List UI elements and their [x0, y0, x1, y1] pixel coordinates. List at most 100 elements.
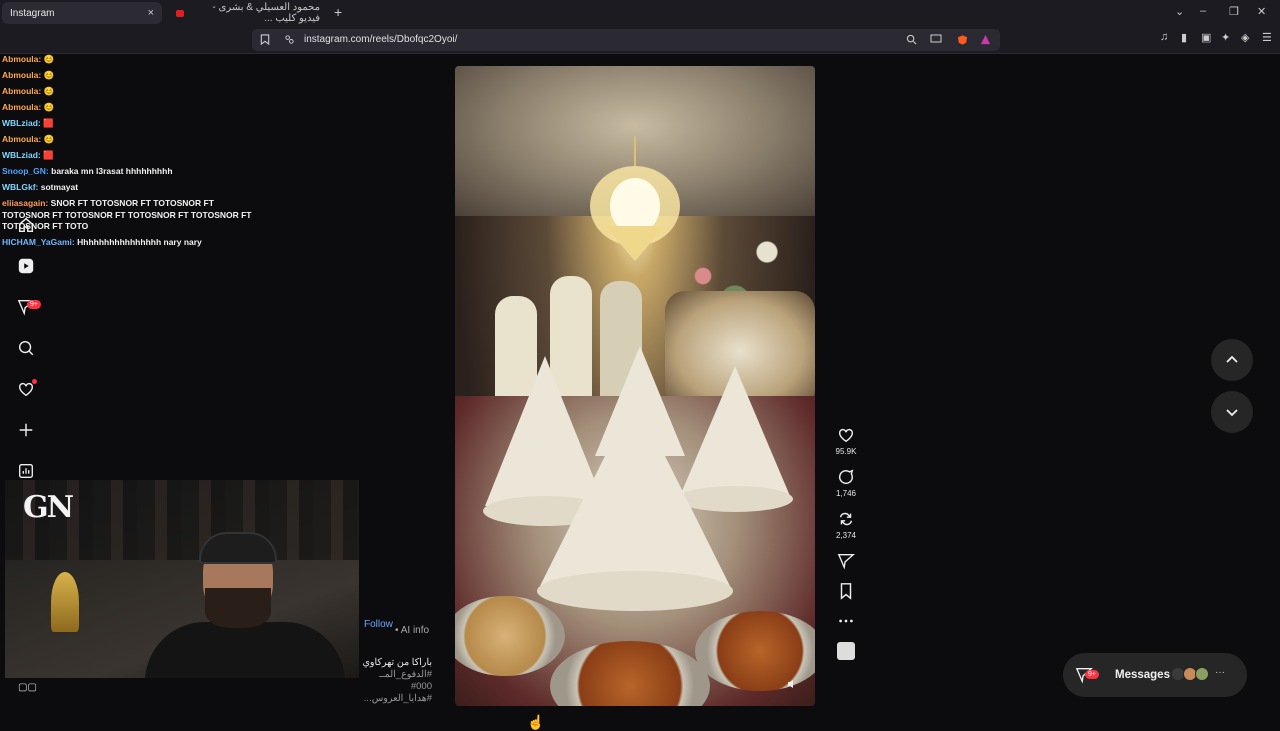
chat-message: Abmoula: 😊: [2, 134, 55, 144]
nav-create[interactable]: [12, 409, 40, 450]
share-icon: [837, 554, 855, 570]
comment-action[interactable]: 1,746: [832, 468, 860, 498]
mute-icon[interactable]: [787, 679, 797, 689]
next-reel-button[interactable]: [1211, 391, 1253, 433]
maximize-button[interactable]: ❐: [1229, 5, 1239, 18]
post-caption[interactable]: باراكا من تهركاوي #الدفوع_المــ 000# #هد…: [360, 657, 433, 705]
chat-username: WBLziad: [2, 118, 38, 128]
chat-message: HICHAM_YaGami: Hhhhhhhhhhhhhhhh nary nar…: [2, 237, 202, 247]
messages-badge: 9+: [27, 300, 41, 309]
audio-avatar[interactable]: [837, 642, 855, 660]
reel-video[interactable]: [455, 66, 815, 706]
chat-text: 😊: [43, 102, 55, 112]
search-icon: [18, 340, 34, 355]
new-tab-button[interactable]: +: [334, 4, 342, 20]
more-action[interactable]: [832, 612, 860, 630]
brave-rewards-icon[interactable]: [980, 34, 991, 48]
mouse-cursor: ☝: [527, 714, 545, 730]
vpn-icon[interactable]: ◈: [1241, 31, 1249, 44]
tab-video-clip[interactable]: محمود العسيلي & بشرى - فيديو كليب ...: [168, 2, 328, 24]
nav-home[interactable]: [12, 204, 40, 245]
repost-count: 2,374: [835, 531, 857, 540]
repost-icon: [839, 512, 853, 526]
chat-text: 😊: [43, 134, 55, 144]
chat-message: Abmoula: 😊: [2, 54, 55, 64]
ai-info-label[interactable]: • AI info: [395, 625, 429, 636]
chat-text: Hhhhhhhhhhhhhhhh nary nary: [77, 237, 202, 247]
caption-line: باراكا من تهركاوي: [362, 657, 433, 668]
nav-notifications[interactable]: [12, 368, 40, 409]
cast-icon[interactable]: [930, 34, 942, 47]
stream-chat-overlay: Abmoula: 😊 Abmoula: 😊 Abmoula: 😊 Abmoula: 😊…: [2, 54, 258, 253]
chat-message: WBLziad: 🟥: [2, 150, 54, 160]
nav-reels[interactable]: [12, 245, 40, 286]
chat-message: Abmoula: 😊: [2, 86, 55, 96]
avatar: [1195, 667, 1209, 681]
chat-username: Abmoula: [2, 70, 39, 80]
bookmark-icon: [840, 583, 852, 600]
nav-messages[interactable]: 9+: [12, 286, 41, 327]
brave-shield-icon[interactable]: [957, 34, 968, 49]
tab-instagram[interactable]: Instagram ×: [2, 2, 162, 24]
chat-text: 😊: [43, 86, 55, 96]
messages-button[interactable]: 9+ Messages ···: [1063, 653, 1247, 697]
chevron-down-icon: [1226, 409, 1238, 417]
chat-username: Abmoula: [2, 86, 39, 96]
caption-line: #هدايا_العروس...: [363, 693, 432, 704]
heart-icon: [838, 428, 854, 443]
chat-username: Snoop_GN: [2, 166, 46, 176]
chat-text: 🟥: [43, 118, 54, 128]
comment-icon: [838, 469, 854, 485]
more-options-icon[interactable]: ▢▢: [18, 682, 37, 693]
tab-label: Instagram: [10, 7, 55, 19]
cone-cover-main: [540, 396, 730, 586]
share-action[interactable]: [832, 552, 860, 570]
url-bar[interactable]: instagram.com/reels/Dbofqc2Oyoi/: [252, 29, 1000, 51]
tab-label: محمود العسيلي & بشرى - فيديو كليب ...: [212, 2, 320, 24]
chat-message: Abmoula: 😊: [2, 102, 55, 112]
chat-message: WBLGkf: sotmayat: [2, 182, 79, 192]
leo-ai-icon[interactable]: ✦: [1221, 31, 1230, 44]
chat-message: eliiasagain: SNOR FT TOTOSNOR FT TOTOSNO…: [2, 198, 252, 231]
gn-logo: GN: [23, 490, 74, 525]
caption-line: #الدفوع_المــ 000#: [379, 669, 432, 692]
trophy-image: [51, 572, 79, 632]
messages-label: Messages: [1115, 669, 1170, 681]
repost-action[interactable]: 2,374: [832, 510, 860, 540]
wallet-icon[interactable]: ▣: [1201, 31, 1211, 44]
notification-dot: [32, 379, 37, 384]
close-tab-icon[interactable]: ×: [148, 7, 154, 19]
streamer-webcam: GN: [5, 480, 359, 678]
media-icon[interactable]: ♫: [1160, 31, 1168, 43]
chat-message: WBLziad: 🟥: [2, 118, 54, 128]
chat-username: Abmoula: [2, 102, 39, 112]
streamer: [125, 532, 345, 678]
url-text[interactable]: instagram.com/reels/Dbofqc2Oyoi/: [304, 34, 457, 45]
chat-text: baraka mn l3rasat hhhhhhhhh: [51, 166, 173, 176]
sidebar-icon[interactable]: ▮: [1181, 31, 1187, 44]
chat-text: sotmayat: [40, 182, 79, 192]
reels-icon: [18, 258, 34, 273]
like-action[interactable]: 95.9K: [832, 426, 860, 456]
browser-toolbar: instagram.com/reels/Dbofqc2Oyoi/ ♫ ▮ ▣ ✦…: [0, 26, 1280, 54]
follow-button[interactable]: Follow: [364, 619, 393, 630]
comment-count: 1,746: [835, 489, 857, 498]
chevron-up-icon: [1226, 355, 1238, 363]
chat-username: WBLziad: [2, 150, 38, 160]
chebakia-tray: [695, 611, 815, 691]
previous-reel-button[interactable]: [1211, 339, 1253, 381]
nav-search[interactable]: [12, 327, 40, 368]
bookmark-icon[interactable]: [260, 34, 270, 48]
like-count: 95.9K: [835, 447, 857, 456]
chat-username: WBLGkf: [2, 182, 36, 192]
zoom-icon[interactable]: [906, 34, 917, 48]
tab-list-icon[interactable]: ⌄: [1175, 5, 1184, 18]
menu-icon[interactable]: ☰: [1262, 31, 1272, 44]
minimize-button[interactable]: –: [1200, 5, 1206, 17]
site-settings-icon[interactable]: [284, 34, 295, 48]
save-action[interactable]: [832, 582, 860, 600]
messages-badge: 9+: [1085, 670, 1099, 679]
instagram-sidenav: 9+: [12, 204, 41, 491]
close-window-button[interactable]: ✕: [1257, 5, 1266, 18]
chat-message: Snoop_GN: baraka mn l3rasat hhhhhhhhh: [2, 166, 173, 176]
